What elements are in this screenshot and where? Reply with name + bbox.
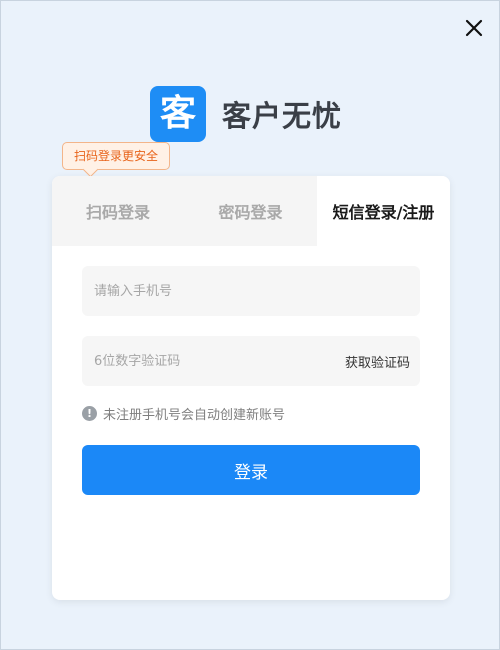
verification-code-input[interactable]	[92, 352, 345, 370]
logo-text: 客户无忧	[222, 99, 343, 133]
logo-mark-glyph: 客	[159, 93, 196, 134]
close-icon	[465, 19, 483, 37]
logo-mark: 客	[150, 86, 206, 142]
code-field: 获取验证码	[82, 336, 420, 386]
notice-text: 未注册手机号会自动创建新账号	[103, 408, 286, 423]
sms-login-form: 获取验证码 ! 未注册手机号会自动创建新账号 登录	[52, 246, 450, 495]
login-tabs: 扫码登录 密码登录 短信登录/注册	[52, 176, 450, 246]
info-icon: !	[82, 406, 97, 421]
close-button[interactable]	[463, 17, 485, 39]
app-logo: 客 客户无忧	[150, 86, 342, 142]
tab-qr-login[interactable]: 扫码登录	[52, 176, 184, 246]
qr-login-tip-badge: 扫码登录更安全	[62, 142, 171, 170]
get-code-button[interactable]: 获取验证码	[345, 352, 410, 371]
phone-input[interactable]	[92, 282, 410, 300]
register-notice: ! 未注册手机号会自动创建新账号	[82, 404, 420, 423]
phone-field	[82, 266, 420, 316]
tab-password-login[interactable]: 密码登录	[184, 176, 317, 246]
login-card: 扫码登录 密码登录 短信登录/注册 获取验证码 ! 未注册手机号会自动创建新账号…	[52, 176, 450, 600]
tab-sms-login[interactable]: 短信登录/注册	[317, 176, 450, 246]
login-button[interactable]: 登录	[82, 445, 420, 495]
